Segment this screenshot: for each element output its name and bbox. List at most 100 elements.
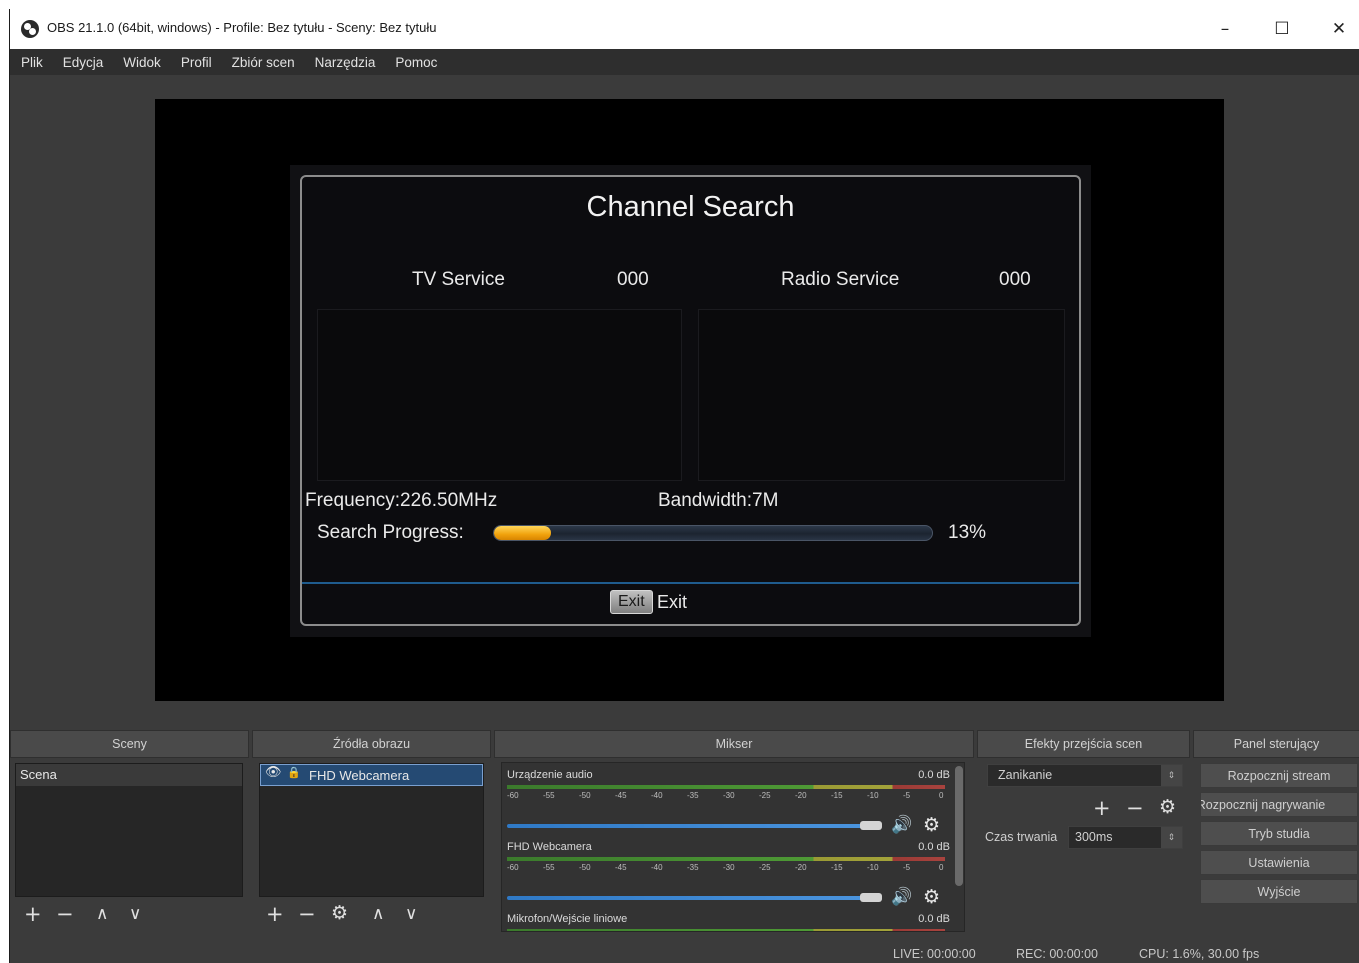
remove-source-button[interactable]: −: [298, 904, 316, 925]
add-scene-button[interactable]: +: [24, 904, 42, 925]
settings-button[interactable]: Ustawienia: [1200, 850, 1358, 875]
frequency-readout: Frequency:226.50MHz: [305, 490, 498, 511]
menu-edit[interactable]: Edycja: [63, 55, 104, 70]
search-progress-percent: 13%: [948, 522, 987, 543]
updown-icon: ⇕: [1161, 827, 1182, 848]
mixer-scrollbar[interactable]: [955, 766, 963, 886]
audio-meter: [507, 929, 945, 931]
transition-select[interactable]: Zanikanie ⇕: [987, 764, 1183, 787]
menu-tools[interactable]: Narzędzia: [315, 55, 376, 70]
menu-scene-collection[interactable]: Zbiór scen: [232, 55, 295, 70]
meter-tick: -55: [543, 791, 555, 800]
meter-tick: -5: [903, 791, 911, 800]
meter-tick: -35: [687, 863, 699, 872]
speaker-icon[interactable]: 🔊: [891, 815, 912, 835]
menu-view[interactable]: Widok: [123, 55, 161, 70]
radio-service-list: [698, 309, 1065, 481]
meter-tick: -10: [867, 791, 879, 800]
tv-service-list: [317, 309, 682, 481]
live-timer: LIVE: 00:00:00: [893, 947, 976, 961]
meter-tick: -30: [723, 791, 735, 800]
search-progress-fill: [494, 526, 551, 540]
window-title: OBS 21.1.0 (64bit, windows) - Profile: B…: [47, 20, 437, 35]
program-preview[interactable]: Channel Search TV Service 000 Radio Serv…: [155, 99, 1224, 701]
transitions-dock-header: Efekty przejścia scen: [977, 730, 1190, 758]
sources-list[interactable]: FHD Webcamera 👁 🔒: [259, 763, 484, 897]
eye-icon[interactable]: 👁: [265, 765, 282, 780]
meter-tick: -40: [651, 791, 663, 800]
controls-dock-header: Panel sterujący: [1193, 730, 1359, 758]
audio-meter: [507, 857, 945, 861]
add-source-button[interactable]: +: [266, 904, 284, 925]
meter-ticks: -60 -55 -50 -45 -40 -35 -30 -25 -20 -15 …: [507, 863, 945, 875]
scenes-list[interactable]: Scena: [15, 763, 243, 897]
rec-timer: REC: 00:00:00: [1016, 947, 1098, 961]
menu-file[interactable]: Plik: [21, 55, 43, 70]
studio-mode-button[interactable]: Tryb studia: [1200, 821, 1358, 846]
menu-help[interactable]: Pomoc: [395, 55, 437, 70]
mixer-dock-header: Mikser: [494, 730, 974, 758]
mixer-channel-name: FHD Webcamera: [507, 841, 592, 853]
meter-tick: -15: [831, 863, 843, 872]
close-button[interactable]: ✕: [1322, 15, 1356, 43]
mixer-channel-db: 0.0 dB: [918, 913, 950, 925]
scenes-dock-header: Sceny: [10, 730, 249, 758]
volume-slider-handle[interactable]: [860, 821, 882, 830]
duration-label: Czas trwania: [985, 830, 1058, 844]
meter-tick: -20: [795, 863, 807, 872]
tv-service-count: 000: [617, 269, 649, 290]
radio-service-label: Radio Service: [781, 269, 900, 290]
volume-slider-handle[interactable]: [860, 893, 882, 902]
menu-bar: Plik Edycja Widok Profil Zbiór scen Narz…: [10, 49, 1359, 75]
meter-tick: -30: [723, 863, 735, 872]
meter-tick: -50: [579, 791, 591, 800]
lock-icon[interactable]: 🔒: [287, 766, 301, 779]
remove-transition-button[interactable]: −: [1126, 798, 1144, 819]
meter-tick: -45: [615, 791, 627, 800]
meter-tick: -20: [795, 791, 807, 800]
start-streaming-button[interactable]: Rozpocznij stream: [1200, 763, 1358, 788]
meter-tick: -50: [579, 863, 591, 872]
scene-item[interactable]: Scena: [16, 764, 242, 786]
meter-ticks: -60 -55 -50 -45 -40 -35 -30 -25 -20 -15 …: [507, 791, 945, 803]
speaker-icon[interactable]: 🔊: [891, 887, 912, 907]
maximize-button[interactable]: ☐: [1265, 15, 1299, 43]
channel-settings-icon[interactable]: ⚙: [923, 886, 940, 908]
menu-profile[interactable]: Profil: [181, 55, 212, 70]
meter-tick: -25: [759, 791, 771, 800]
footer-divider: [302, 582, 1079, 584]
remove-scene-button[interactable]: −: [56, 904, 74, 925]
source-settings-button[interactable]: ⚙: [331, 903, 348, 923]
obs-logo-icon: [21, 20, 39, 38]
exit-key-badge: Exit: [610, 590, 653, 614]
meter-tick: -45: [615, 863, 627, 872]
sources-dock-header: Źródła obrazu: [252, 730, 491, 758]
meter-tick: -55: [543, 863, 555, 872]
move-source-down-button[interactable]: ∨: [405, 904, 417, 924]
move-scene-up-button[interactable]: ∧: [96, 904, 108, 924]
meter-tick: -5: [903, 863, 911, 872]
channel-settings-icon[interactable]: ⚙: [923, 814, 940, 836]
transition-select-value: Zanikanie: [998, 768, 1053, 782]
volume-slider[interactable]: [507, 824, 863, 828]
duration-input[interactable]: 300ms ⇕: [1068, 826, 1183, 849]
mixer-channel-name: Urządzenie audio: [507, 769, 593, 781]
audio-meter: [507, 785, 945, 789]
mixer-panel: Urządzenie audio 0.0 dB -60 -55 -50 -45 …: [501, 762, 965, 932]
search-progress-bar: [493, 525, 933, 541]
start-recording-button[interactable]: Rozpocznij nagrywanie: [1200, 792, 1358, 817]
move-source-up-button[interactable]: ∧: [372, 904, 384, 924]
obs-window: OBS 21.1.0 (64bit, windows) - Profile: B…: [9, 9, 1359, 963]
cpu-readout: CPU: 1.6%, 30.00 fps: [1139, 947, 1260, 961]
minimize-button[interactable]: –: [1208, 15, 1242, 43]
volume-slider[interactable]: [507, 896, 863, 900]
exit-label: Exit: [657, 592, 688, 612]
mixer-channel-db: 0.0 dB: [918, 769, 950, 781]
transition-settings-button[interactable]: ⚙: [1159, 797, 1176, 817]
add-transition-button[interactable]: +: [1093, 798, 1111, 819]
move-scene-down-button[interactable]: ∨: [129, 904, 141, 924]
channel-search-frame: Channel Search TV Service 000 Radio Serv…: [300, 175, 1081, 626]
exit-button[interactable]: Wyjście: [1200, 879, 1358, 904]
meter-tick: 0: [939, 863, 944, 872]
preview-area: Channel Search TV Service 000 Radio Serv…: [10, 75, 1359, 730]
